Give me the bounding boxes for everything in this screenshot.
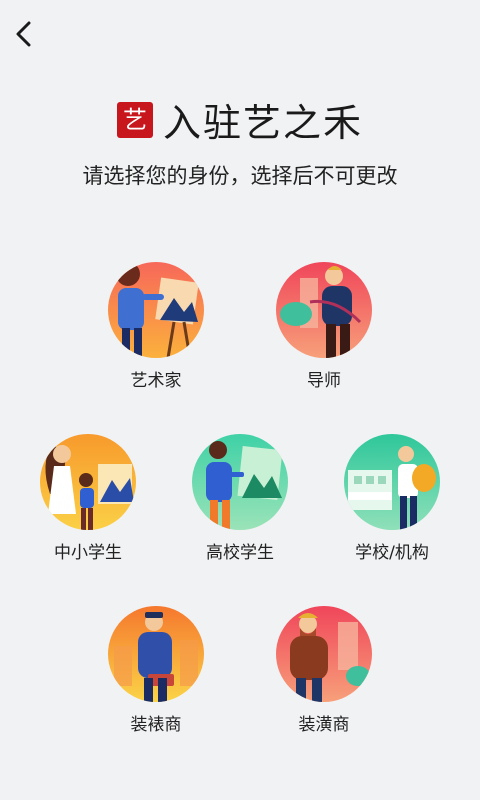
back-button[interactable] — [6, 16, 42, 52]
framer-illustration — [108, 606, 204, 702]
page-title: 入驻艺之禾 — [162, 101, 363, 145]
role-label: 导师 — [307, 371, 341, 391]
role-school-student[interactable]: 中小学生 — [28, 434, 148, 563]
mentor-illustration — [276, 262, 372, 358]
role-label: 学校/机构 — [355, 543, 429, 563]
role-university-student[interactable]: 高校学生 — [180, 434, 300, 563]
role-institution[interactable]: 学校/机构 — [332, 434, 452, 563]
brand-logo-char: 艺 — [122, 105, 147, 134]
role-label: 装潢商 — [298, 715, 350, 735]
page-subtitle: 请选择您的身份，选择后不可更改 — [82, 164, 398, 188]
brand-logo: 艺 — [116, 101, 153, 138]
register-role-screen: 艺 入驻艺之禾 请选择您的身份，选择后不可更改 艺术家 导师 中小学生 高校学生… — [0, 0, 480, 800]
decorator-illustration — [276, 606, 372, 702]
role-label: 中小学生 — [54, 543, 122, 563]
institution-illustration — [344, 434, 440, 530]
role-artist[interactable]: 艺术家 — [96, 262, 216, 391]
artist-illustration — [108, 262, 204, 358]
chevron-left-icon — [16, 21, 31, 47]
role-label: 艺术家 — [130, 371, 182, 391]
university-student-illustration — [192, 434, 288, 530]
school-student-illustration — [40, 434, 136, 530]
brand-header: 艺 入驻艺之禾 — [0, 92, 480, 147]
role-decorator[interactable]: 装潢商 — [264, 606, 384, 735]
role-label: 高校学生 — [206, 543, 274, 563]
role-framer[interactable]: 装裱商 — [96, 606, 216, 735]
role-label: 装裱商 — [130, 715, 182, 735]
role-mentor[interactable]: 导师 — [264, 262, 384, 391]
